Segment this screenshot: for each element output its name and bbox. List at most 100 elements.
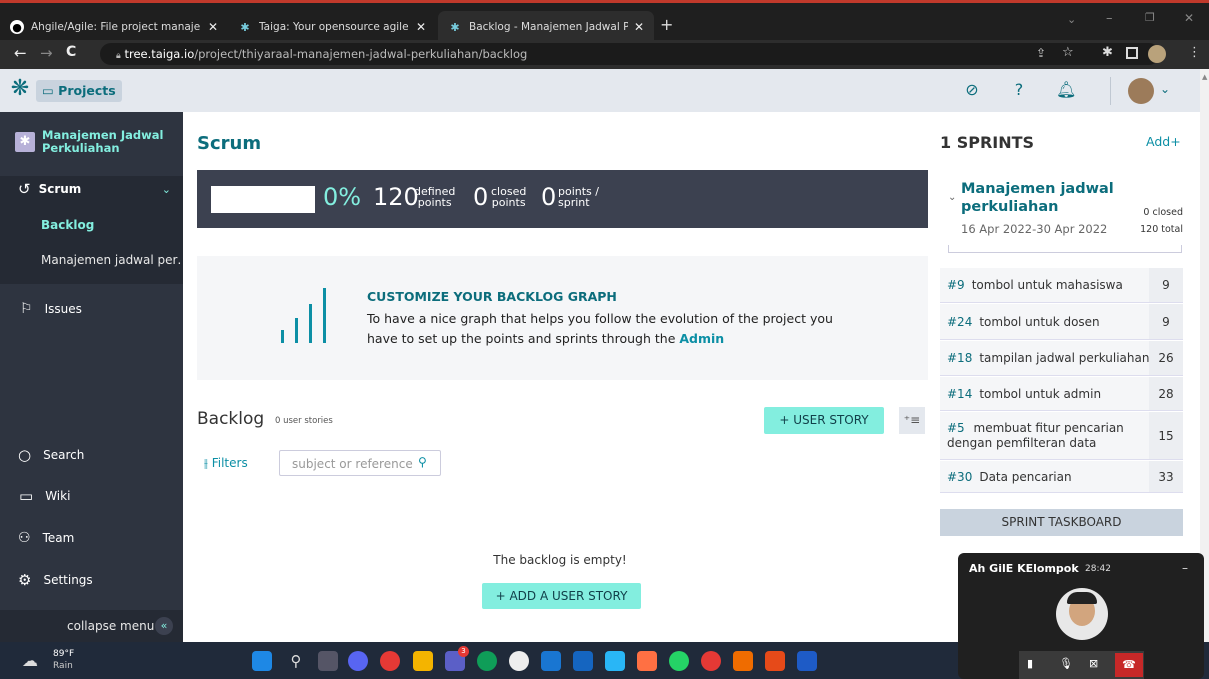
- help-icon[interactable]: ?: [1009, 80, 1029, 100]
- sprint-progress-summary: 0% 120 defined points 0 closed points 0 po…: [197, 170, 928, 228]
- url-field[interactable]: 🔒︎ tree.taiga.io/project/thiyaraal-manaj…: [100, 43, 1160, 65]
- search-icon[interactable]: ⚲: [286, 651, 306, 671]
- edge-icon[interactable]: [477, 651, 497, 671]
- user-avatar[interactable]: [1128, 78, 1154, 104]
- windows-start-icon[interactable]: [252, 651, 272, 671]
- browser-menu-icon[interactable]: ⋮: [1188, 45, 1201, 60]
- reload-icon[interactable]: C: [66, 44, 76, 60]
- chevron-down-icon[interactable]: ⌄: [162, 183, 171, 196]
- sprint-taskboard-button[interactable]: SPRINT TASKBOARD: [940, 509, 1183, 536]
- sprint-story-row[interactable]: #24 tombol untuk dosen 9: [940, 304, 1183, 340]
- chrome-icon[interactable]: [380, 651, 400, 671]
- word-icon[interactable]: [797, 651, 817, 671]
- sidebar-item-team[interactable]: ⚇ Team: [0, 527, 183, 549]
- taiga-logo[interactable]: ❋: [8, 77, 32, 101]
- forward-icon[interactable]: →: [40, 44, 53, 62]
- chat-icon[interactable]: [348, 651, 368, 671]
- sidebar-item-backlog[interactable]: Backlog: [0, 215, 183, 235]
- close-tab-icon[interactable]: ✕: [416, 20, 426, 34]
- git-icon[interactable]: [765, 651, 785, 671]
- window-close-icon[interactable]: ✕: [1184, 11, 1194, 25]
- microphone-icon[interactable]: 🎙︎: [1059, 657, 1073, 670]
- browser-tab-taiga[interactable]: ✱ Taiga: Your opensource agile proj ✕: [228, 11, 436, 43]
- office-icon[interactable]: [733, 651, 753, 671]
- projects-button[interactable]: ▭ Projects: [36, 80, 122, 102]
- filters-button[interactable]: ⫲ Filters: [204, 456, 248, 471]
- taiga-icon: ✱: [450, 20, 460, 34]
- close-tab-icon[interactable]: ✕: [208, 20, 218, 34]
- sidepanel-icon[interactable]: [1126, 47, 1138, 59]
- call-controls: ▮ 🎙︎ ⊠ ☎: [1019, 651, 1144, 679]
- minimize-icon[interactable]: –: [1106, 11, 1113, 26]
- dropbox-icon[interactable]: [573, 651, 593, 671]
- add-user-story-button[interactable]: + USER STORY: [764, 407, 884, 434]
- sprint-story-row[interactable]: #5 membuat fitur pencarian dengan pemfil…: [940, 412, 1183, 460]
- admin-link[interactable]: Admin: [679, 331, 724, 346]
- share-icon[interactable]: ⇪: [1036, 46, 1046, 60]
- hang-up-icon[interactable]: ☎: [1115, 653, 1143, 677]
- weather-cloud-icon: ☁: [22, 651, 38, 670]
- graph-text-line2: have to set up the points and sprints th…: [367, 331, 725, 346]
- page-title: Scrum: [197, 133, 262, 154]
- close-tab-icon[interactable]: ✕: [634, 20, 644, 34]
- discover-compass-icon[interactable]: ⊘: [962, 80, 982, 100]
- chevron-down-icon[interactable]: ⌄: [1160, 82, 1170, 96]
- sprint-story-row[interactable]: #14 tombol untuk admin 28: [940, 377, 1183, 411]
- bulk-add-icon[interactable]: ⁺≡: [899, 407, 925, 434]
- restore-icon[interactable]: ❐: [1145, 11, 1155, 24]
- new-tab-button[interactable]: +: [660, 15, 673, 34]
- search-icon[interactable]: ⚲: [418, 455, 427, 469]
- mail-icon[interactable]: [605, 651, 625, 671]
- back-icon[interactable]: ←: [14, 44, 27, 62]
- add-a-user-story-button[interactable]: + ADD A USER STORY: [482, 583, 641, 609]
- sprint-name[interactable]: Manajemen jadwal perkuliahan: [961, 180, 1114, 216]
- camera-off-icon[interactable]: ▮: [1027, 657, 1033, 670]
- tab-title: Taiga: Your opensource agile proj: [259, 21, 410, 33]
- sidebar-item-scrum[interactable]: ↺ Scrum ⌄: [0, 178, 183, 200]
- figma-icon[interactable]: [637, 651, 657, 671]
- add-sprint-button[interactable]: Add+: [1146, 134, 1181, 149]
- sidebar-item-label: Scrum: [38, 182, 82, 196]
- whatsapp-icon[interactable]: [669, 651, 689, 671]
- projects-label: Projects: [58, 83, 116, 98]
- tab-search-icon[interactable]: ⌄: [1067, 13, 1076, 26]
- browser-tab-backlog[interactable]: ✱ Backlog - Manajemen Jadwal Per ✕: [438, 11, 654, 43]
- sprint-story-row[interactable]: #9 tombol untuk mahasiswa 9: [940, 268, 1183, 303]
- bookmark-star-icon[interactable]: ☆: [1062, 45, 1074, 60]
- sidebar-item-issues[interactable]: ⚐ Issues: [0, 298, 183, 320]
- issues-icon: ⚐: [20, 301, 33, 317]
- sidebar-item-wiki[interactable]: ▭ Wiki: [0, 485, 183, 507]
- story-title: Data pencarian: [979, 469, 1072, 484]
- sidebar-item-label: Manajemen jadwal per…: [41, 253, 181, 267]
- video-call-window[interactable]: Ah GilE KElompok 28:42 – ▮ 🎙︎ ⊠ ☎: [958, 553, 1204, 679]
- weather-temp: 89°F: [53, 649, 75, 659]
- sprint-story-row[interactable]: #18 tampilan jadwal perkuliahan 26: [940, 341, 1183, 376]
- sidebar-project[interactable]: ✱ Manajemen Jadwal Perkuliahan: [0, 126, 183, 158]
- sprint-story-row[interactable]: #30 Data pencarian 33: [940, 461, 1183, 493]
- vscode-icon[interactable]: [541, 651, 561, 671]
- url-path: /project/thiyaraal-manajemen-jadwal-perk…: [194, 47, 528, 61]
- sidebar-item-settings[interactable]: ⚙ Settings: [0, 569, 183, 591]
- scroll-up-icon[interactable]: ▲: [1202, 73, 1207, 81]
- opera-icon[interactable]: [701, 651, 721, 671]
- backlog-search-input[interactable]: subject or reference ⚲: [279, 450, 441, 476]
- minimize-icon[interactable]: –: [1182, 561, 1188, 575]
- sidebar-item-sprint[interactable]: Manajemen jadwal per…: [0, 250, 183, 270]
- profile-avatar[interactable]: [1148, 45, 1166, 63]
- extensions-icon[interactable]: ✱: [1102, 45, 1113, 60]
- github-desktop-icon[interactable]: [509, 651, 529, 671]
- file-explorer-icon[interactable]: [413, 651, 433, 671]
- share-screen-icon[interactable]: ⊠: [1089, 657, 1098, 670]
- story-title: tombol untuk dosen: [979, 314, 1100, 329]
- task-view-icon[interactable]: [318, 651, 338, 671]
- bar-graph-icon: [281, 288, 326, 343]
- defined-points-label: defined points: [414, 185, 456, 209]
- collapse-menu-bar[interactable]: collapse menu «: [0, 610, 183, 642]
- browser-tab-github[interactable]: ● Ahgile/Agile: File project manaje ✕: [0, 11, 228, 43]
- story-title: tombol untuk mahasiswa: [971, 278, 1123, 292]
- chevron-down-icon[interactable]: ⌄: [948, 192, 956, 203]
- sidebar-item-search[interactable]: ○ Search: [0, 444, 183, 466]
- notifications-bell-icon[interactable]: 🔔︎: [1056, 80, 1076, 100]
- story-points: 15: [1149, 412, 1183, 459]
- collapse-arrows-icon[interactable]: «: [155, 617, 173, 635]
